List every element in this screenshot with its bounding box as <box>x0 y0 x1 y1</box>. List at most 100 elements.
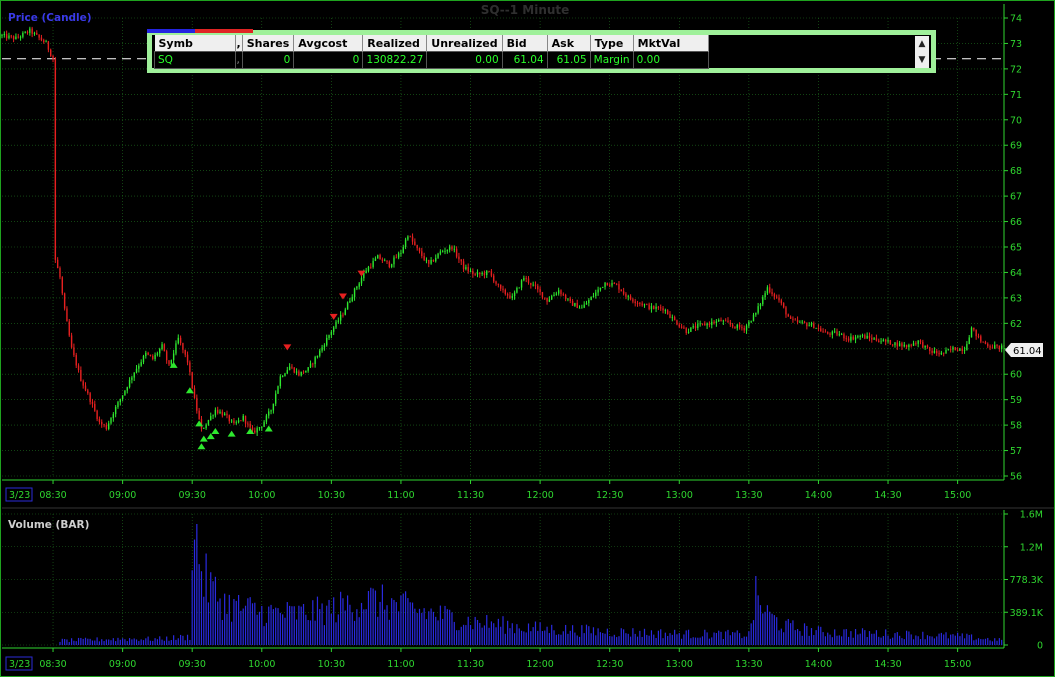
volume-bar <box>379 601 381 645</box>
volume-bar <box>110 640 112 645</box>
candle-body <box>307 367 309 371</box>
candle-body <box>653 306 655 309</box>
col-flag[interactable]: , <box>235 35 243 52</box>
candle-body <box>602 286 604 288</box>
volume-bar <box>231 621 233 645</box>
volume-bar <box>481 627 483 645</box>
panel-scrollbar[interactable]: ▲ ▼ <box>915 36 929 68</box>
col-bid[interactable]: Bid <box>502 35 548 52</box>
candle-body <box>757 306 759 313</box>
candle-body <box>789 316 792 319</box>
volume-bar <box>240 610 242 645</box>
candle-body <box>966 344 968 351</box>
candle-body <box>163 344 166 352</box>
time-tick-label: 09:00 <box>109 490 136 501</box>
candle-body <box>608 285 611 287</box>
col-symb[interactable]: Symb <box>154 35 236 52</box>
time-tick-label: 12:30 <box>596 490 623 501</box>
candle-body <box>52 55 54 60</box>
candle-body <box>882 339 885 342</box>
candle-body <box>397 253 400 258</box>
volume-tick-label: 1.6M <box>1020 510 1043 521</box>
cell-ask: 61.05 <box>546 51 591 69</box>
volume-bar <box>430 608 432 645</box>
volume-bar <box>683 634 685 645</box>
col-type[interactable]: Type <box>590 35 634 52</box>
volume-bar <box>307 620 309 645</box>
volume-bar <box>843 629 845 645</box>
cell-symb[interactable]: SQ <box>154 51 236 69</box>
candle-body <box>864 335 866 339</box>
col-mktval[interactable]: MktVal <box>633 35 709 52</box>
position-table[interactable]: Symb , Shares Avgcost Realized Unrealize… <box>154 35 709 69</box>
candle-body <box>690 327 692 332</box>
candle-body <box>854 337 857 340</box>
candle-body <box>697 323 699 329</box>
candle-body <box>446 249 449 252</box>
volume-bar <box>435 616 437 645</box>
candle-body <box>634 301 636 304</box>
table-row[interactable]: SQ , 0 0 130822.27 0.00 61.04 61.05 Marg… <box>154 51 709 69</box>
volume-bar <box>328 599 330 645</box>
candle-body <box>959 348 961 351</box>
candle-body <box>666 310 669 315</box>
volume-bar <box>520 630 523 645</box>
volume-bar <box>316 596 319 645</box>
candle-body <box>711 321 713 325</box>
volume-bar <box>483 625 486 645</box>
volume-bar <box>363 609 365 645</box>
volume-bar <box>122 638 124 645</box>
candle-body <box>182 343 184 350</box>
volume-bar <box>650 630 653 645</box>
candle-body <box>455 248 458 257</box>
candle-body <box>676 320 678 325</box>
volume-bar <box>163 640 165 645</box>
volume-bar <box>488 627 490 645</box>
volume-bar <box>140 639 142 645</box>
position-panel[interactable]: Symb , Shares Avgcost Realized Unrealize… <box>147 29 936 73</box>
col-shares[interactable]: Shares <box>242 35 295 52</box>
volume-bar <box>924 639 926 645</box>
candle-body <box>771 292 773 295</box>
candle-body <box>22 32 24 37</box>
time-tick-label: 11:00 <box>387 490 414 501</box>
candle-body <box>894 342 896 346</box>
col-ask[interactable]: Ask <box>547 35 591 52</box>
volume-bar <box>77 637 80 645</box>
volume-bar <box>179 634 182 645</box>
candle-body <box>618 284 620 290</box>
candle-body <box>731 324 734 327</box>
volume-bar <box>544 630 546 645</box>
volume-bar <box>885 629 887 645</box>
candle-body <box>26 31 29 33</box>
candle-body <box>128 379 131 388</box>
candle-body <box>84 385 87 391</box>
volume-bar <box>889 638 891 645</box>
col-unrealized[interactable]: Unrealized <box>426 35 503 52</box>
candle-body <box>650 306 653 310</box>
candle-body <box>801 321 803 323</box>
candle-body <box>662 308 664 311</box>
candle-body <box>302 371 305 373</box>
candle-body <box>316 355 319 358</box>
candle-body <box>418 248 421 252</box>
volume-bar <box>687 629 690 645</box>
volume-bar <box>381 584 383 645</box>
candle-body <box>286 370 288 374</box>
scroll-up-icon[interactable]: ▲ <box>915 36 929 52</box>
volume-bar <box>720 631 722 645</box>
candle-body <box>588 300 590 304</box>
col-realized[interactable]: Realized <box>362 35 428 52</box>
volume-bar <box>794 630 796 645</box>
candle-body <box>982 341 984 343</box>
volume-bar <box>917 636 919 645</box>
volume-bar <box>87 638 89 645</box>
candle-body <box>718 319 720 322</box>
volume-bar <box>337 614 339 645</box>
candle-body <box>309 363 312 368</box>
panel-color-bar <box>147 29 253 33</box>
col-avgcost[interactable]: Avgcost <box>293 35 364 52</box>
volume-bar <box>618 636 620 645</box>
chart-canvas[interactable]: 5657585960616263646566676869707172737408… <box>0 0 1055 677</box>
scroll-down-icon[interactable]: ▼ <box>915 52 929 68</box>
